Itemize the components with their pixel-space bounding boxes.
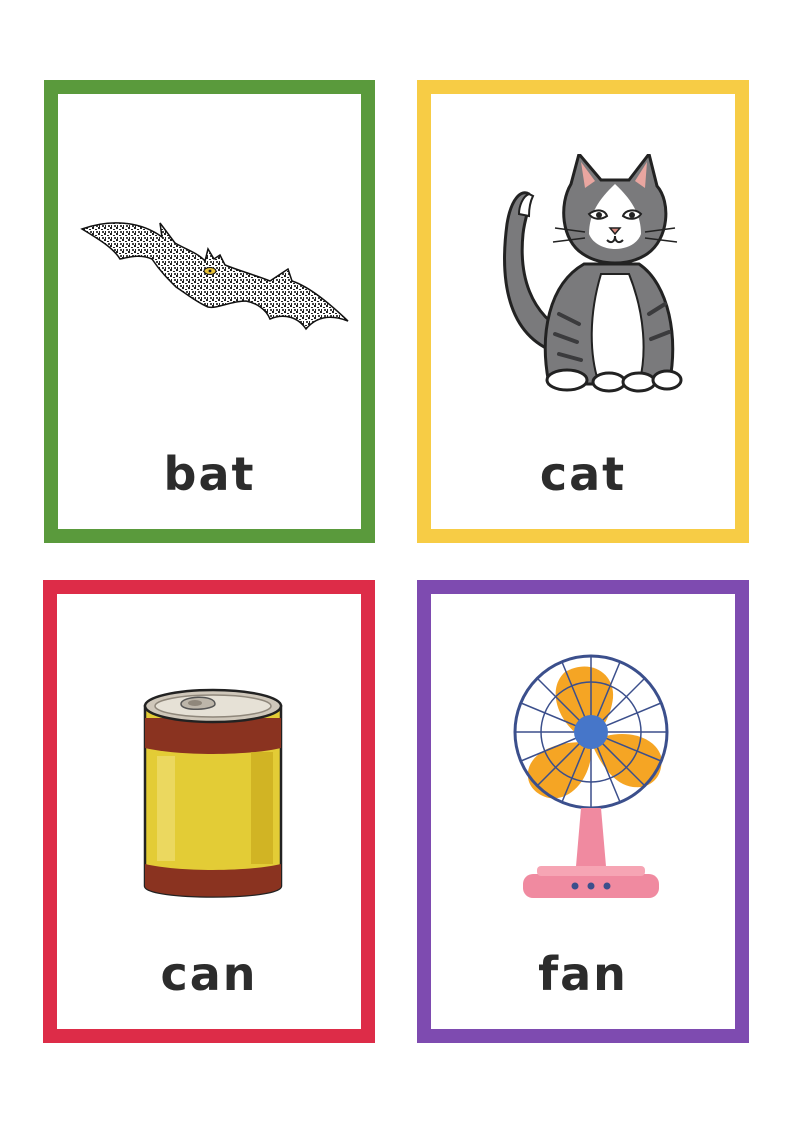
word-label: bat: [163, 447, 256, 501]
fan-icon: [513, 654, 669, 898]
can-picture: [57, 594, 361, 924]
word-label: fan: [538, 947, 628, 1001]
cat-icon: [503, 154, 683, 393]
cat-picture: [431, 94, 735, 424]
flashcard-fan: fan: [417, 580, 749, 1043]
bat-picture: [58, 94, 361, 424]
word-label: cat: [539, 447, 627, 501]
word-label: can: [160, 947, 258, 1001]
can-icon: [143, 688, 283, 898]
bat-icon: [80, 222, 349, 331]
fan-picture: [431, 594, 735, 924]
flashcard-cat: cat: [417, 80, 749, 543]
flashcard-bat: bat: [44, 80, 375, 543]
flashcard-can: can: [43, 580, 375, 1043]
